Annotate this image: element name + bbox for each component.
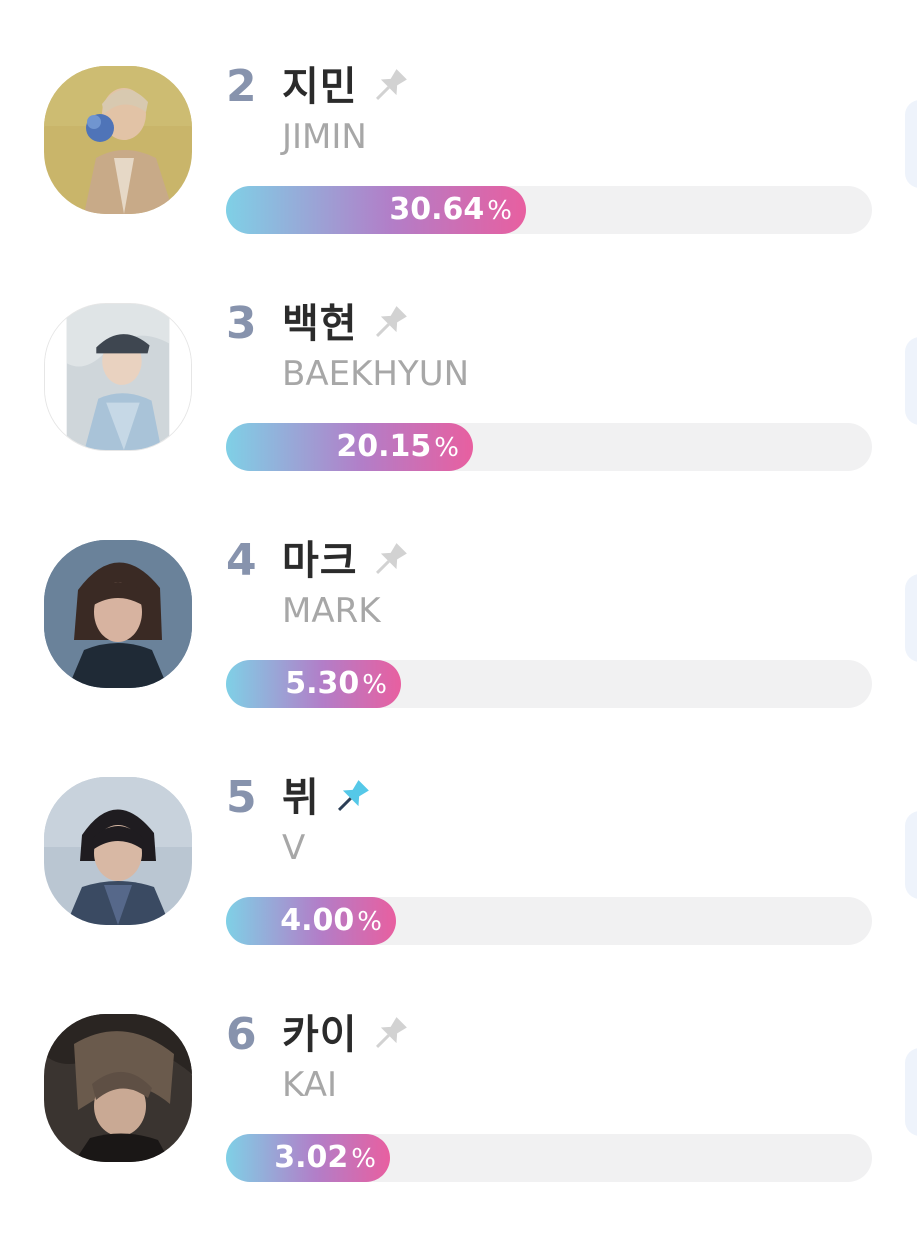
vote-share-label: 30.64% (389, 186, 512, 234)
avatar[interactable] (44, 303, 192, 451)
ranking-row[interactable]: 6 카이 KAI 3.02% (0, 1006, 917, 1243)
vote-share-bar: 30.64% (226, 186, 872, 234)
vote-share-value: 4.00 (280, 903, 355, 938)
vote-share-value: 5.30 (285, 666, 360, 701)
member-name-korean: 카이 (282, 1012, 358, 1058)
avatar-image (45, 304, 191, 450)
rank-number: 5 (226, 772, 257, 823)
percent-sign: % (487, 196, 512, 226)
avatar-image (44, 66, 192, 214)
side-panel-edge[interactable] (905, 811, 917, 899)
vote-share-label: 5.30% (285, 660, 387, 708)
percent-sign: % (351, 1144, 376, 1174)
member-name-korean: 백현 (282, 301, 358, 347)
member-name-english: BAEKHYUN (282, 354, 470, 394)
pushpin-icon[interactable] (368, 538, 412, 582)
member-name-english: MARK (282, 591, 381, 631)
pushpin-icon[interactable] (368, 301, 412, 345)
percent-sign: % (362, 670, 387, 700)
avatar[interactable] (44, 1014, 192, 1162)
ranking-row[interactable]: 3 백현 BAEKHYUN 20.15% (0, 295, 917, 532)
vote-share-fill: 3.02% (226, 1134, 390, 1182)
side-panel-edge[interactable] (905, 337, 917, 425)
pushpin-icon[interactable] (368, 1012, 412, 1056)
side-panel-edge[interactable] (905, 100, 917, 188)
avatar-image (44, 1014, 192, 1162)
vote-share-fill: 5.30% (226, 660, 401, 708)
vote-share-label: 4.00% (280, 897, 382, 945)
pushpin-icon[interactable] (368, 64, 412, 108)
avatar-image (44, 777, 192, 925)
ranking-row[interactable]: 2 지민 JIMIN 30.64% (0, 58, 917, 295)
percent-sign: % (434, 433, 459, 463)
rank-number: 2 (226, 61, 257, 112)
member-name-english: JIMIN (282, 117, 367, 157)
member-name-korean: 마크 (282, 538, 358, 584)
vote-share-value: 3.02 (274, 1140, 349, 1175)
member-name-korean: 뷔 (282, 775, 320, 821)
vote-share-fill: 20.15% (226, 423, 473, 471)
avatar-image (44, 540, 192, 688)
member-name-english: V (282, 828, 306, 868)
vote-share-label: 20.15% (336, 423, 459, 471)
avatar[interactable] (44, 777, 192, 925)
vote-share-fill: 4.00% (226, 897, 396, 945)
rank-number: 6 (226, 1009, 257, 1060)
member-name-korean: 지민 (282, 64, 358, 110)
pushpin-icon-active[interactable] (330, 775, 374, 819)
ranking-row[interactable]: 5 뷔 V 4.00% (0, 769, 917, 1006)
vote-share-bar: 5.30% (226, 660, 872, 708)
avatar[interactable] (44, 540, 192, 688)
ranking-list: 2 지민 JIMIN 30.64% 3 백현 BAEKHYUN 20.15 % … (0, 0, 917, 1200)
vote-share-bar: 20.15% (226, 423, 872, 471)
side-panel-edge[interactable] (905, 574, 917, 662)
vote-share-bar: 3.02% (226, 1134, 872, 1182)
percent-sign: % (357, 907, 382, 937)
avatar[interactable] (44, 66, 192, 214)
rank-number: 4 (226, 535, 257, 586)
vote-share-label: 3.02% (274, 1134, 376, 1182)
vote-share-bar: 4.00% (226, 897, 872, 945)
rank-number: 3 (226, 298, 257, 349)
vote-share-value: 20.15 (336, 429, 432, 464)
vote-share-value: 30.64 (389, 192, 485, 227)
member-name-english: KAI (282, 1065, 337, 1105)
side-panel-edge[interactable] (905, 1048, 917, 1136)
ranking-row[interactable]: 4 마크 MARK 5.30% (0, 532, 917, 769)
vote-share-fill: 30.64% (226, 186, 526, 234)
